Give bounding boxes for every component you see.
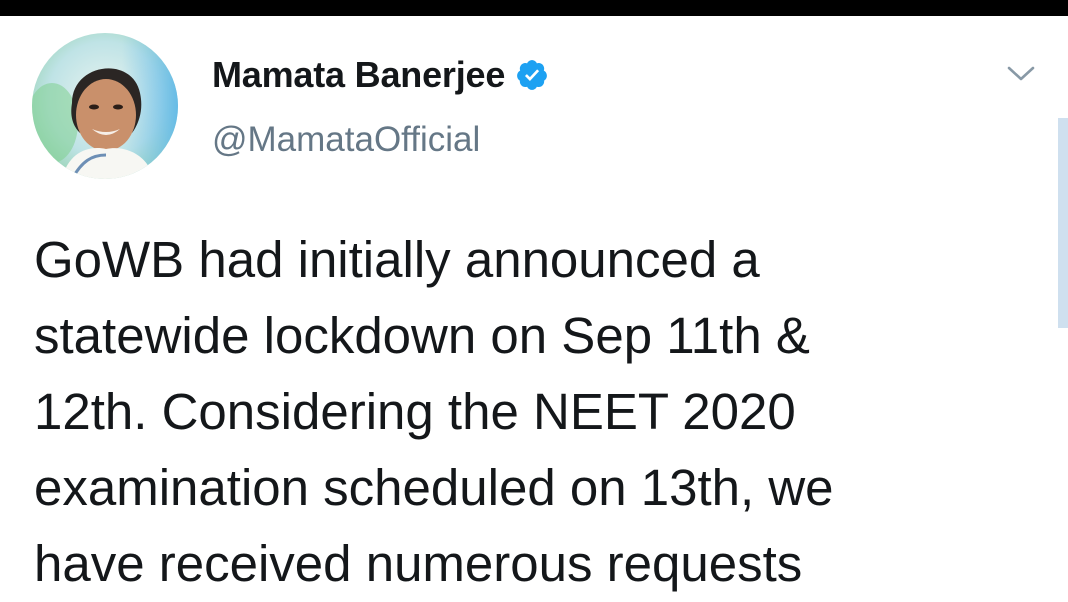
scrollbar[interactable] [1058, 118, 1068, 328]
tweet-options-button[interactable] [1000, 56, 1042, 92]
tweet-text-line: have received numerous requests [34, 535, 803, 592]
avatar-image [32, 33, 178, 179]
status-bar [0, 0, 1068, 16]
tweet-text-line: statewide lockdown on Sep 11th & [34, 307, 810, 364]
author-name-row[interactable]: Mamata Banerjee [212, 52, 549, 98]
tweet-text-line: GoWB had initially announced a [34, 231, 760, 288]
avatar[interactable] [32, 33, 178, 179]
tweet-text-line: examination scheduled on 13th, we [34, 459, 834, 516]
author-handle[interactable]: @MamataOfficial [212, 120, 480, 160]
author-display-name[interactable]: Mamata Banerjee [212, 54, 505, 96]
tweet-text-line: 12th. Considering the NEET 2020 [34, 383, 796, 440]
verified-badge-icon [515, 58, 549, 92]
tweet-text: GoWB had initially announced a statewide… [34, 222, 1044, 602]
chevron-down-icon [1007, 66, 1035, 81]
